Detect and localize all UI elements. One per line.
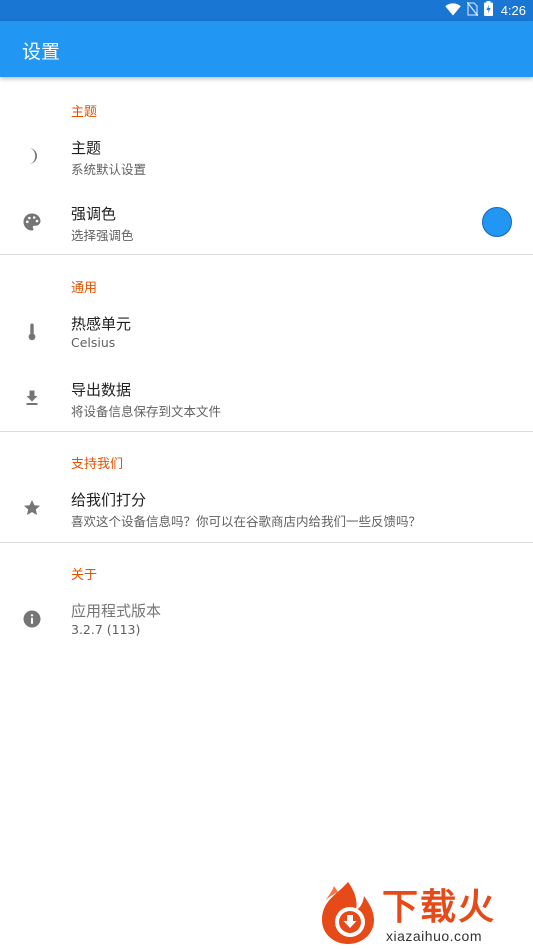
pref-summary: 系统默认设置 (71, 162, 147, 177)
thermometer-icon (20, 320, 44, 344)
pref-summary: 喜欢这个设备信息吗？你可以在谷歌商店内给我们一些反馈吗？ (71, 514, 422, 529)
pref-title: 导出数据 (71, 381, 132, 399)
pref-summary: 3.2.7 (113) (71, 622, 141, 637)
pref-title: 给我们打分 (71, 491, 147, 509)
pref-rate-us[interactable]: 给我们打分 喜欢这个设备信息吗？你可以在谷歌商店内给我们一些反馈吗？ (0, 476, 533, 540)
divider (0, 254, 533, 255)
pref-thermal-unit[interactable]: 热感单元 Celsius (0, 300, 533, 364)
status-icons: 4:26 (444, 0, 526, 21)
accent-color-swatch[interactable] (482, 207, 512, 237)
info-icon (20, 607, 44, 631)
pref-title: 应用程式版本 (71, 602, 162, 620)
watermark-url: xiazaihuo.com (386, 928, 482, 944)
divider (0, 431, 533, 432)
page-title: 设置 (22, 41, 61, 63)
section-header-support: 支持我们 (71, 457, 124, 472)
status-bar: 4:26 (0, 0, 533, 21)
pref-accent-color[interactable]: 强调色 选择强调色 (0, 190, 533, 254)
download-icon (20, 386, 44, 410)
divider (0, 542, 533, 543)
pref-title: 热感单元 (71, 315, 132, 333)
pref-summary: 选择强调色 (71, 228, 134, 243)
pref-title: 主题 (71, 139, 102, 157)
pref-app-version: 应用程式版本 3.2.7 (113) (0, 587, 533, 651)
no-sim-icon (466, 1, 479, 20)
moon-icon (20, 144, 44, 168)
pref-title: 强调色 (71, 205, 117, 223)
section-header-general: 通用 (71, 281, 98, 296)
app-bar: 设置 (0, 21, 533, 77)
pref-summary: 将设备信息保存到文本文件 (71, 404, 222, 419)
star-icon (20, 496, 44, 520)
status-time: 4:26 (500, 3, 526, 18)
watermark-text: 下载火 (382, 887, 497, 928)
section-header-about: 关于 (71, 568, 98, 583)
section-header-theme: 主题 (71, 105, 98, 120)
palette-icon (20, 210, 44, 234)
pref-theme[interactable]: 主题 系统默认设置 (0, 124, 533, 188)
watermark: 下载火 xiazaihuo.com (316, 878, 531, 948)
pref-export-data[interactable]: 导出数据 将设备信息保存到文本文件 (0, 366, 533, 430)
wifi-icon (444, 1, 461, 20)
flame-logo-icon (322, 882, 374, 944)
pref-summary: Celsius (71, 335, 116, 350)
battery-charging-icon (483, 1, 493, 20)
